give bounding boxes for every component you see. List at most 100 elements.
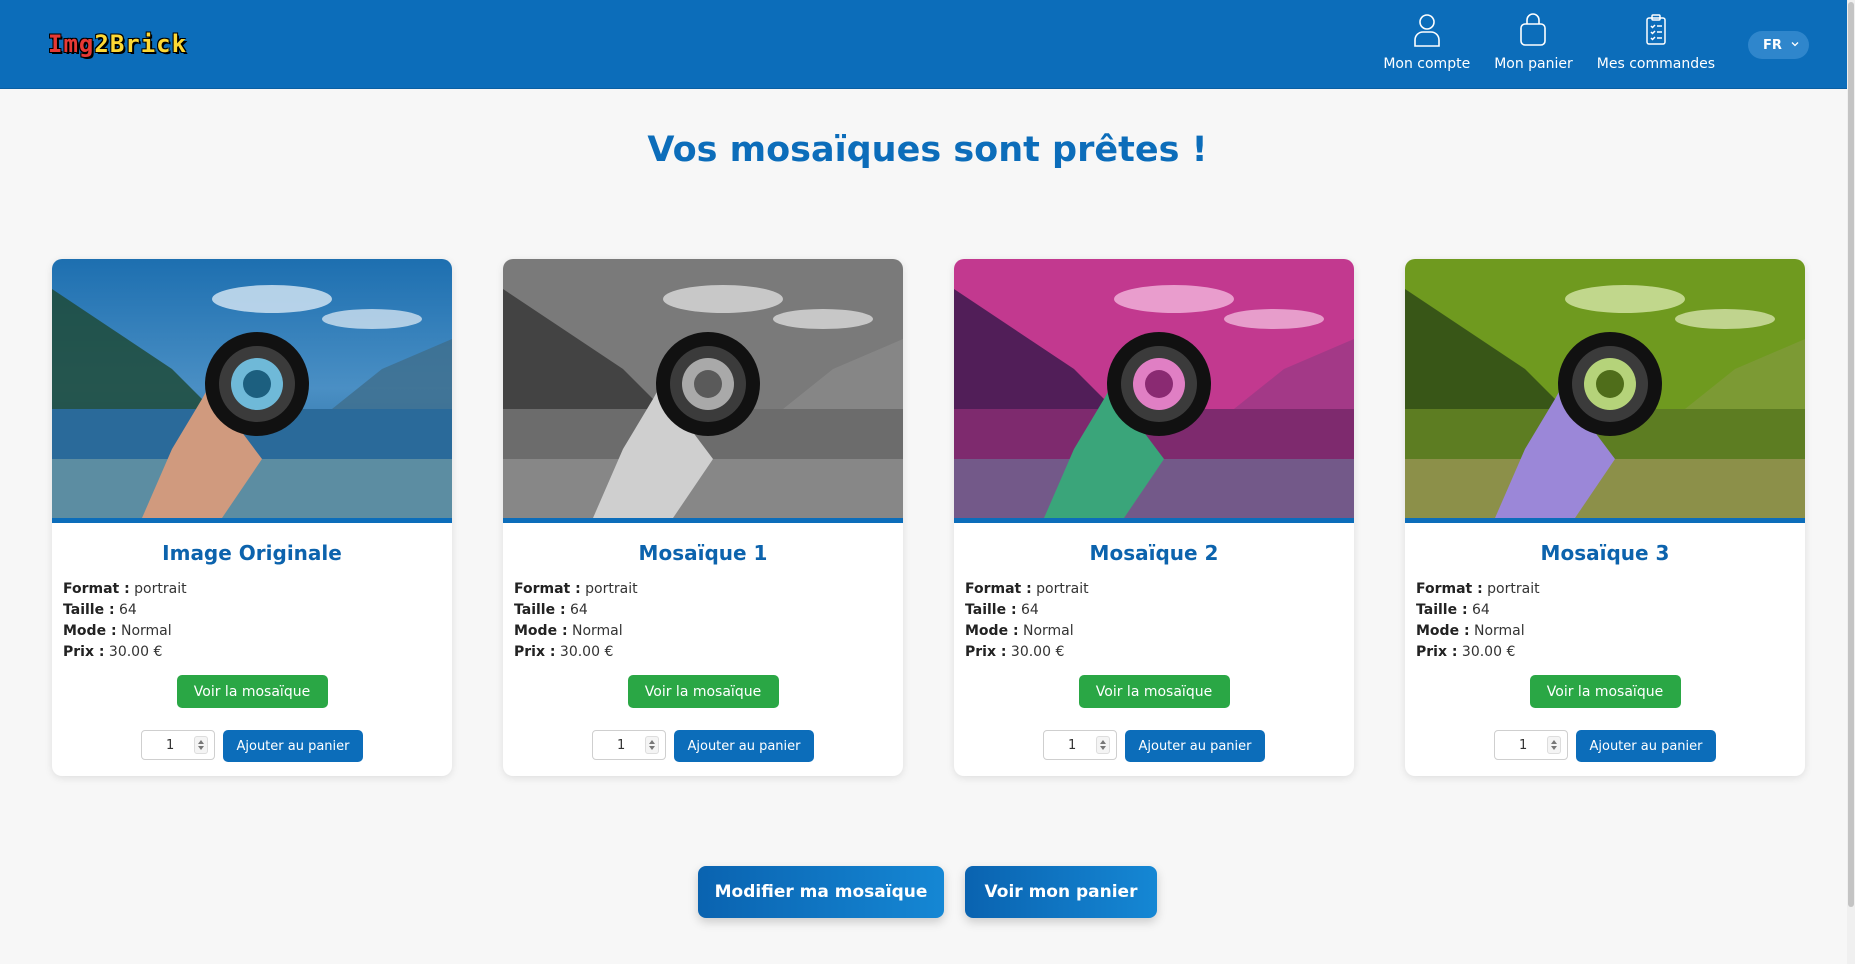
mosaic-card: Mosaïque 3 Format : portrait Taille : 64… bbox=[1405, 259, 1805, 776]
mosaic-card: Image Originale Format : portrait Taille… bbox=[52, 259, 452, 776]
nav-cart[interactable]: Mon panier bbox=[1482, 12, 1585, 80]
size-value: 64 bbox=[1472, 602, 1490, 618]
size-label: Taille : bbox=[1416, 602, 1468, 618]
stepper-arrows-icon[interactable] bbox=[1096, 736, 1110, 754]
add-to-cart-button[interactable]: Ajouter au panier bbox=[1576, 730, 1716, 762]
shopping-bag-icon bbox=[1520, 13, 1547, 46]
lens-photo-magenta bbox=[954, 259, 1354, 518]
mode-label: Mode : bbox=[514, 623, 568, 639]
view-mosaic-button[interactable]: Voir la mosaïque bbox=[1078, 675, 1230, 708]
quantity-stepper[interactable]: 1 bbox=[1494, 730, 1568, 760]
card-specs: Format : portrait Taille : 64 Mode : Nor… bbox=[1416, 579, 1805, 663]
format-value: portrait bbox=[1036, 581, 1089, 597]
price-label: Prix : bbox=[63, 644, 105, 660]
card-title: Mosaïque 3 bbox=[1540, 541, 1670, 565]
logo-text-brick: Brick bbox=[109, 30, 188, 58]
nav-orders-label: Mes commandes bbox=[1596, 56, 1715, 72]
language-select[interactable]: FR bbox=[1748, 31, 1809, 59]
nav-cart-label: Mon panier bbox=[1494, 56, 1573, 72]
price-label: Prix : bbox=[514, 644, 556, 660]
card-specs: Format : portrait Taille : 64 Mode : Nor… bbox=[965, 579, 1354, 663]
clipboard-list-icon bbox=[1646, 14, 1666, 45]
stepper-arrows-icon[interactable] bbox=[1547, 736, 1561, 754]
logo-text-2: 2 bbox=[94, 30, 110, 58]
mode-label: Mode : bbox=[1416, 623, 1470, 639]
quantity-stepper[interactable]: 1 bbox=[592, 730, 666, 760]
format-label: Format : bbox=[63, 581, 130, 597]
price-label: Prix : bbox=[965, 644, 1007, 660]
add-to-cart-row: 1 Ajouter au panier bbox=[954, 730, 1354, 762]
page-title: Vos mosaïques sont prêtes ! bbox=[647, 130, 1208, 170]
format-value: portrait bbox=[585, 581, 638, 597]
lens-photo-original bbox=[52, 259, 452, 518]
quantity-value: 1 bbox=[1068, 737, 1077, 753]
view-mosaic-button[interactable]: Voir la mosaïque bbox=[1529, 675, 1681, 708]
mosaic-cards: Image Originale Format : portrait Taille… bbox=[52, 259, 1805, 776]
quantity-value: 1 bbox=[1519, 737, 1528, 753]
view-mosaic-button[interactable]: Voir la mosaïque bbox=[627, 675, 779, 708]
size-value: 64 bbox=[570, 602, 588, 618]
add-to-cart-button[interactable]: Ajouter au panier bbox=[674, 730, 814, 762]
quantity-value: 1 bbox=[166, 737, 175, 753]
size-label: Taille : bbox=[514, 602, 566, 618]
top-header: Img 2 Brick Mon compte Mon panier Mes comm… bbox=[0, 0, 1847, 89]
main-nav: Mon compte Mon panier Mes commandes bbox=[1371, 12, 1727, 80]
mode-value: Normal bbox=[1023, 623, 1074, 639]
add-to-cart-button[interactable]: Ajouter au panier bbox=[1125, 730, 1265, 762]
modify-mosaic-button[interactable]: Modifier ma mosaïque bbox=[698, 866, 944, 918]
mode-label: Mode : bbox=[63, 623, 117, 639]
mosaic-preview-image bbox=[1405, 259, 1805, 523]
add-to-cart-row: 1 Ajouter au panier bbox=[52, 730, 452, 762]
price-value: 30.00 € bbox=[559, 644, 614, 660]
format-label: Format : bbox=[1416, 581, 1483, 597]
card-title: Mosaïque 2 bbox=[1089, 541, 1219, 565]
mode-value: Normal bbox=[121, 623, 172, 639]
add-to-cart-row: 1 Ajouter au panier bbox=[503, 730, 903, 762]
nav-orders[interactable]: Mes commandes bbox=[1585, 12, 1727, 80]
mosaic-preview-image bbox=[52, 259, 452, 523]
format-label: Format : bbox=[514, 581, 581, 597]
stepper-arrows-icon[interactable] bbox=[194, 736, 208, 754]
add-to-cart-row: 1 Ajouter au panier bbox=[1405, 730, 1805, 762]
mode-value: Normal bbox=[572, 623, 623, 639]
format-value: portrait bbox=[1487, 581, 1540, 597]
add-to-cart-button[interactable]: Ajouter au panier bbox=[223, 730, 363, 762]
nav-account-label: Mon compte bbox=[1383, 56, 1471, 72]
format-value: portrait bbox=[134, 581, 187, 597]
quantity-value: 1 bbox=[617, 737, 626, 753]
card-title: Image Originale bbox=[162, 541, 342, 565]
mosaic-card: Mosaïque 2 Format : portrait Taille : 64… bbox=[954, 259, 1354, 776]
lens-photo-grayscale bbox=[503, 259, 903, 518]
lens-photo-green bbox=[1405, 259, 1805, 518]
scrollbar-thumb[interactable] bbox=[1848, 2, 1854, 907]
chevron-down-icon bbox=[1791, 42, 1799, 47]
size-value: 64 bbox=[119, 602, 137, 618]
size-label: Taille : bbox=[63, 602, 115, 618]
view-mosaic-button[interactable]: Voir la mosaïque bbox=[176, 675, 328, 708]
format-label: Format : bbox=[965, 581, 1032, 597]
size-label: Taille : bbox=[965, 602, 1017, 618]
user-icon bbox=[1413, 14, 1440, 47]
view-cart-button[interactable]: Voir mon panier bbox=[965, 866, 1157, 918]
img2brick-logo[interactable]: Img 2 Brick bbox=[48, 30, 187, 58]
mosaic-preview-image bbox=[503, 259, 903, 523]
mosaic-card: Mosaïque 1 Format : portrait Taille : 64… bbox=[503, 259, 903, 776]
stepper-arrows-icon[interactable] bbox=[645, 736, 659, 754]
price-value: 30.00 € bbox=[1461, 644, 1516, 660]
mode-label: Mode : bbox=[965, 623, 1019, 639]
bottom-actions: Modifier ma mosaïque Voir mon panier bbox=[0, 866, 1855, 918]
logo-text-img: Img bbox=[48, 30, 95, 58]
size-value: 64 bbox=[1021, 602, 1039, 618]
quantity-stepper[interactable]: 1 bbox=[141, 730, 215, 760]
language-value: FR bbox=[1763, 37, 1782, 53]
quantity-stepper[interactable]: 1 bbox=[1043, 730, 1117, 760]
card-specs: Format : portrait Taille : 64 Mode : Nor… bbox=[514, 579, 903, 663]
price-value: 30.00 € bbox=[1010, 644, 1065, 660]
price-label: Prix : bbox=[1416, 644, 1458, 660]
scrollbar[interactable] bbox=[1847, 0, 1855, 964]
card-title: Mosaïque 1 bbox=[638, 541, 768, 565]
card-specs: Format : portrait Taille : 64 Mode : Nor… bbox=[63, 579, 452, 663]
mode-value: Normal bbox=[1474, 623, 1525, 639]
price-value: 30.00 € bbox=[108, 644, 163, 660]
nav-account[interactable]: Mon compte bbox=[1371, 12, 1482, 80]
